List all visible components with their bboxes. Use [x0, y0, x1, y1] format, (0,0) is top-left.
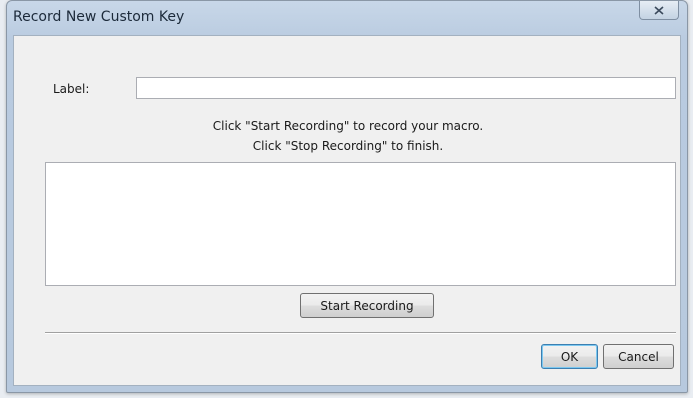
title-bar[interactable]: Record New Custom Key [7, 1, 687, 35]
ok-button[interactable]: OK [541, 344, 598, 369]
dialog-title: Record New Custom Key [13, 9, 185, 25]
dialog-window: Record New Custom Key Label: Click "Star… [6, 0, 688, 393]
instruction-start: Click "Start Recording" to record your m… [212, 119, 484, 133]
macro-recording-area[interactable] [45, 162, 676, 286]
cancel-button[interactable]: Cancel [603, 344, 674, 369]
label-input[interactable] [136, 77, 676, 99]
dialog-body: Label: Click "Start Recording" to record… [13, 35, 681, 386]
start-recording-button[interactable]: Start Recording [300, 293, 434, 318]
close-icon [654, 5, 664, 15]
divider [45, 332, 676, 334]
label-caption: Label: [53, 82, 90, 96]
close-button[interactable] [639, 1, 679, 20]
instruction-stop: Click "Stop Recording" to finish. [252, 139, 444, 153]
